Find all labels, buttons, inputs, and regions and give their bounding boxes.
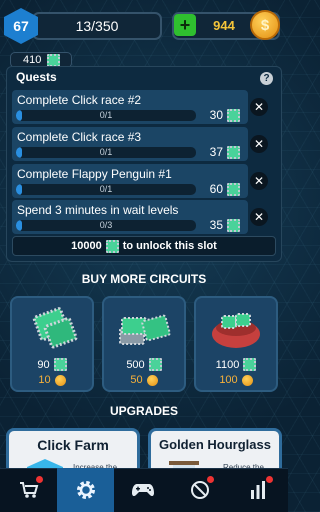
quest-progress-bar: 0/1 — [16, 147, 196, 158]
coin-icon — [146, 374, 158, 386]
dismiss-quest-button[interactable]: ✕ — [250, 98, 268, 116]
circuit-icon — [227, 145, 240, 159]
shop-item-large[interactable]: 1100 100 — [194, 296, 278, 392]
quest-name: Complete Click race #2 — [17, 93, 142, 107]
upgrade-name: Click Farm — [37, 437, 109, 453]
nav-shop[interactable] — [0, 468, 57, 512]
shop-item-medium[interactable]: 500 50 — [102, 296, 186, 392]
coin-price: 100 — [219, 374, 238, 386]
quest-row: Complete Click race #3 0/1 37 — [12, 127, 248, 161]
shop-item-price: 10 — [12, 374, 92, 386]
dismiss-quest-button[interactable]: ✕ — [250, 135, 268, 153]
shop-item-price: 100 — [196, 374, 276, 386]
circuit-amount: 90 — [37, 358, 50, 371]
circuit-icon — [53, 358, 67, 371]
circuit-count: 410 — [23, 54, 42, 66]
coin-count: 944 — [213, 18, 235, 33]
shop-item-circuits: 1100 — [196, 358, 276, 371]
add-coins-button[interactable]: + — [174, 14, 196, 36]
quest-row: Complete Flappy Penguin #1 0/1 60 — [12, 164, 248, 198]
plus-icon: + — [179, 15, 191, 35]
shop-title: BUY MORE CIRCUITS — [81, 272, 207, 286]
quest-name: Spend 3 minutes in wait levels — [17, 203, 179, 217]
quest-reward-value: 37 — [209, 145, 223, 159]
nav-settings[interactable] — [57, 468, 114, 512]
circuit-icon — [148, 358, 162, 371]
circuit-icon — [243, 358, 257, 371]
quest-progress-bar: 0/1 — [16, 184, 196, 195]
circuit-stack-icon — [119, 314, 171, 345]
shop-item-small[interactable]: 90 10 — [10, 296, 94, 392]
notification-badge — [207, 476, 214, 483]
dismiss-quest-button[interactable]: ✕ — [250, 208, 268, 226]
xp-bar: 13/350 — [32, 12, 162, 40]
circuit-amount: 1100 — [215, 358, 240, 371]
cart-icon — [19, 482, 38, 498]
nav-stats[interactable] — [228, 468, 288, 512]
quest-reward-value: 30 — [209, 108, 223, 122]
nav-games[interactable] — [114, 468, 171, 512]
circuit-amount: 500 — [126, 358, 145, 371]
circuit-icon — [47, 53, 61, 67]
quest-row: Complete Click race #2 0/1 30 — [12, 90, 248, 124]
bar-chart-icon — [251, 481, 265, 499]
close-icon: ✕ — [253, 210, 265, 224]
upgrades-title: UPGRADES — [109, 404, 178, 418]
quest-row: Spend 3 minutes in wait levels 0/3 35 — [12, 200, 248, 234]
coin-price: 10 — [38, 374, 51, 386]
quest-progress-text: 0/3 — [99, 220, 113, 230]
quest-progress-text: 0/1 — [99, 147, 113, 157]
quest-progress-bar: 0/1 — [16, 110, 196, 121]
quest-progress-bar: 0/3 — [16, 220, 196, 231]
circuit-icon — [105, 239, 119, 253]
quest-reward: 37 — [210, 145, 240, 159]
upgrade-name: Golden Hourglass — [159, 437, 271, 452]
shop-item-circuits: 500 — [104, 358, 184, 371]
quest-name: Complete Click race #3 — [17, 130, 142, 144]
nav-achievements[interactable] — [171, 468, 228, 512]
notification-badge — [266, 476, 273, 483]
coin-icon — [54, 374, 66, 386]
close-icon: ✕ — [253, 100, 265, 114]
gamepad-icon — [131, 484, 154, 497]
circuit-icon — [227, 218, 240, 232]
close-icon: ✕ — [253, 137, 265, 151]
level-value: 67 — [13, 18, 29, 34]
quests-title: Quests — [16, 70, 57, 84]
help-icon[interactable]: ? — [260, 72, 273, 85]
unlock-cost: 10000 — [71, 240, 102, 252]
medal-icon — [190, 481, 209, 499]
gear-icon — [76, 481, 95, 499]
quest-reward-value: 35 — [209, 218, 223, 232]
notification-badge — [36, 476, 43, 483]
coin-price: 50 — [130, 374, 143, 386]
quest-reward: 60 — [210, 182, 240, 196]
circuit-chip-icon — [32, 307, 78, 349]
circuit-bag-icon — [212, 313, 260, 348]
coin-icon — [241, 374, 253, 386]
circuit-icon — [227, 182, 240, 196]
quest-reward: 35 — [210, 218, 240, 232]
unlock-slot-button[interactable]: 10000 to unlock this slot — [12, 236, 276, 256]
xp-progress: 13/350 — [75, 18, 119, 34]
shop-item-price: 50 — [104, 374, 184, 386]
quest-reward-value: 60 — [209, 182, 223, 196]
quest-name: Complete Flappy Penguin #1 — [17, 167, 172, 181]
unlock-text: to unlock this slot — [122, 240, 217, 252]
quest-progress-text: 0/1 — [99, 110, 113, 120]
circuit-icon — [227, 108, 240, 122]
quest-progress-text: 0/1 — [99, 184, 113, 194]
shop-item-circuits: 90 — [12, 358, 92, 371]
coin-icon: $ — [250, 10, 280, 40]
close-icon: ✕ — [253, 174, 265, 188]
quest-reward: 30 — [210, 108, 240, 122]
dismiss-quest-button[interactable]: ✕ — [250, 172, 268, 190]
